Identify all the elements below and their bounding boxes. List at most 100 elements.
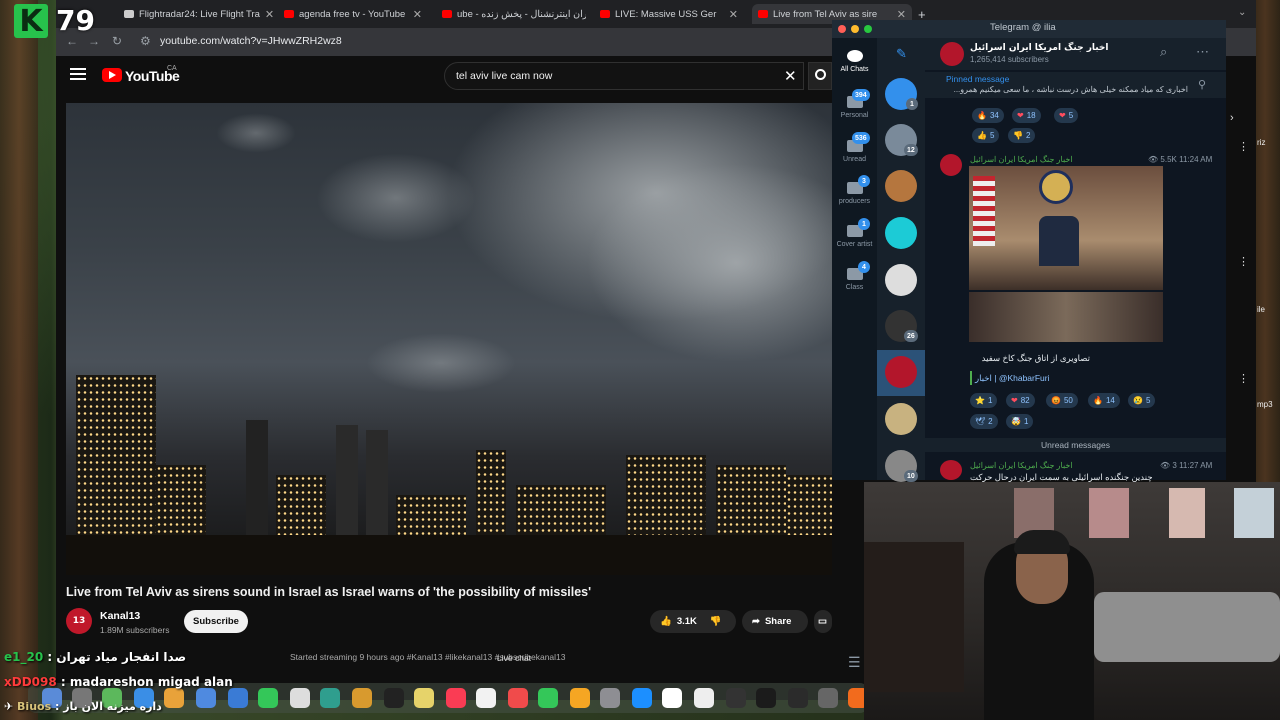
- reaction[interactable]: 👎 2: [1008, 128, 1036, 143]
- pin-list-icon[interactable]: ⚲: [1198, 78, 1206, 91]
- obs-icon[interactable]: [756, 688, 776, 708]
- numbers-icon[interactable]: [538, 688, 558, 708]
- chat-badge: 1: [906, 98, 918, 110]
- unity-icon[interactable]: [788, 688, 808, 708]
- tab-iran-international[interactable]: ube - ایران اینترنشنال - پخش زنده✕: [436, 4, 586, 24]
- dislike-icon[interactable]: 👎: [710, 616, 722, 627]
- pages-icon[interactable]: [570, 688, 590, 708]
- kebab-icon[interactable]: ⋮: [1238, 140, 1249, 153]
- reaction[interactable]: ⭐ 1: [970, 393, 998, 408]
- calendar-icon[interactable]: [476, 688, 496, 708]
- activity-icon[interactable]: [726, 688, 746, 708]
- telegram-window-title: Telegram @ ilia: [990, 22, 1056, 33]
- folder-producers[interactable]: producers: [834, 182, 875, 205]
- search-chat-icon[interactable]: ⌕: [1160, 44, 1167, 60]
- music-icon[interactable]: [446, 688, 466, 708]
- channel-avatar[interactable]: 13: [66, 608, 92, 634]
- folder-all-chats[interactable]: All Chats: [834, 50, 875, 73]
- reaction[interactable]: ❤ 5: [1054, 108, 1079, 123]
- post-author[interactable]: اخبار جنگ امریکا ایران اسرائیل: [970, 155, 1073, 164]
- search-value[interactable]: tel aviv live cam now: [456, 70, 552, 82]
- folder-icon[interactable]: [352, 688, 372, 708]
- close-window-icon[interactable]: [838, 25, 846, 33]
- news-icon[interactable]: [508, 688, 528, 708]
- reload-icon[interactable]: ↻: [112, 34, 122, 48]
- youtube-logo-icon[interactable]: [102, 68, 122, 82]
- subscribe-button[interactable]: Subscribe: [184, 610, 248, 633]
- channel-title[interactable]: اخبار جنگ امریکا ایران اسرائیل: [970, 43, 1109, 53]
- reaction[interactable]: 🔥 34: [972, 108, 1004, 123]
- side-arrow-icon[interactable]: ›: [1230, 112, 1234, 124]
- post-signature[interactable]: اخبار | @KhabarFuri: [975, 373, 1050, 384]
- site-info-icon[interactable]: ⚙: [140, 34, 151, 48]
- video-player[interactable]: [66, 103, 832, 575]
- reaction[interactable]: 😢 5: [1128, 393, 1156, 408]
- filter-settings-icon[interactable]: ☰: [848, 654, 861, 671]
- chat-avatar[interactable]: [885, 170, 917, 202]
- side-label: ile: [1257, 305, 1266, 314]
- tab-flightradar[interactable]: Flightradar24: Live Flight Tra ✕: [118, 4, 278, 24]
- search-icon[interactable]: [815, 69, 826, 80]
- like-icon[interactable]: 👍: [660, 616, 672, 627]
- reaction[interactable]: ❤ 82: [1006, 393, 1035, 408]
- menu-icon[interactable]: [70, 68, 86, 80]
- folder-badge: 1: [858, 218, 870, 230]
- side-label: mp3: [1257, 400, 1273, 409]
- chat-avatar[interactable]: [885, 264, 917, 296]
- chat-badge: 12: [904, 144, 918, 156]
- app-icon[interactable]: [818, 688, 838, 708]
- chrome-icon[interactable]: [164, 688, 184, 708]
- post-author-avatar[interactable]: [940, 460, 962, 480]
- like-dislike-button[interactable]: 👍 3.1K 👎: [650, 610, 736, 633]
- photos-icon[interactable]: [196, 688, 216, 708]
- reaction[interactable]: 🤯 1: [1006, 414, 1034, 429]
- person-silhouette: [1039, 216, 1079, 266]
- save-button[interactable]: ▭: [814, 610, 832, 633]
- reaction[interactable]: 🕊 2: [970, 414, 998, 429]
- live-chat-label[interactable]: Live chat: [497, 653, 531, 663]
- mail-icon[interactable]: [228, 688, 248, 708]
- url-text[interactable]: youtube.com/watch?v=JHwwZRH2wz8: [160, 35, 342, 47]
- kebab-icon[interactable]: ⋮: [1238, 255, 1249, 268]
- app-store-icon[interactable]: [632, 688, 652, 708]
- post-image-secondary[interactable]: [969, 292, 1163, 342]
- calendar-31-icon[interactable]: [694, 688, 714, 708]
- reminders-icon[interactable]: [290, 688, 310, 708]
- reaction[interactable]: 😡 50: [1046, 393, 1078, 408]
- chat-avatar[interactable]: [885, 217, 917, 249]
- notion-icon[interactable]: [662, 688, 682, 708]
- tab-agenda[interactable]: agenda free tv - YouTube ✕: [278, 4, 428, 24]
- share-button[interactable]: ➦ Share: [742, 610, 808, 633]
- folder-class[interactable]: Class: [834, 268, 875, 291]
- channel-avatar[interactable]: [940, 42, 964, 66]
- chat-line: xDD098 : madareshon migad alan: [4, 675, 233, 689]
- folder-cover-artist[interactable]: Cover artist: [834, 225, 875, 248]
- chat-badge: 10: [904, 470, 918, 482]
- post-caption: تصاویری از اتاق جنگ کاخ سفید: [981, 353, 1090, 363]
- wallpaper-tree: [0, 0, 38, 720]
- more-options-icon[interactable]: ⋯: [1196, 44, 1209, 60]
- clear-search-icon[interactable]: ✕: [784, 67, 797, 85]
- messages-icon[interactable]: [258, 688, 278, 708]
- apple-tv-icon[interactable]: [384, 688, 404, 708]
- maps-icon[interactable]: [320, 688, 340, 708]
- chat-avatar[interactable]: [885, 356, 917, 388]
- compose-icon[interactable]: ✎: [896, 46, 907, 62]
- zoom-window-icon[interactable]: [864, 25, 872, 33]
- chat-avatar[interactable]: [885, 403, 917, 435]
- post-image-main[interactable]: [969, 166, 1163, 290]
- system-settings-icon[interactable]: [600, 688, 620, 708]
- reaction[interactable]: 🔥 14: [1088, 393, 1120, 408]
- shelf: [864, 542, 964, 692]
- tab-uss-live[interactable]: LIVE: Massive USS Ger ✕: [594, 4, 744, 24]
- kebab-icon[interactable]: ⋮: [1238, 372, 1249, 385]
- tab-list-icon[interactable]: ⌄: [1238, 7, 1246, 18]
- minimize-window-icon[interactable]: [851, 25, 859, 33]
- reaction[interactable]: 👍 5: [972, 128, 1000, 143]
- post-author-avatar[interactable]: [940, 154, 962, 176]
- flag-icon: [973, 176, 995, 246]
- reaction[interactable]: ❤ 18: [1012, 108, 1041, 123]
- notes-icon[interactable]: [414, 688, 434, 708]
- post-author[interactable]: اخبار جنگ امریکا ایران اسرائیل: [970, 461, 1073, 470]
- channel-name[interactable]: Kanal13: [100, 610, 140, 622]
